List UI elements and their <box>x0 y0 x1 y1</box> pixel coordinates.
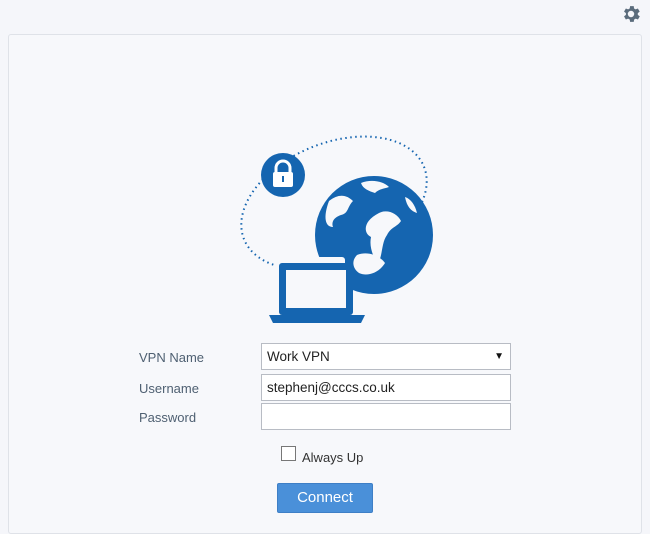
dropdown-arrow-icon: ▼ <box>494 351 504 362</box>
top-bar <box>0 0 650 34</box>
vpn-illustration <box>240 135 433 323</box>
password-input[interactable] <box>261 403 511 430</box>
vpn-name-select[interactable]: Work VPN ▼ <box>261 343 511 370</box>
username-input[interactable] <box>261 374 511 401</box>
always-up-label[interactable]: Always Up <box>302 450 363 465</box>
laptop-icon <box>269 257 365 323</box>
gear-icon[interactable] <box>620 3 642 25</box>
lock-icon <box>261 153 305 197</box>
always-up-checkbox[interactable] <box>281 446 296 461</box>
vpn-name-label: VPN Name <box>139 350 205 365</box>
username-label: Username <box>139 381 199 396</box>
vpn-panel: VPN Name Work VPN ▼ Username Password Al… <box>8 34 642 534</box>
vpn-name-value: Work VPN <box>267 349 330 364</box>
connect-button[interactable]: Connect <box>277 483 373 513</box>
password-label: Password <box>139 410 197 425</box>
